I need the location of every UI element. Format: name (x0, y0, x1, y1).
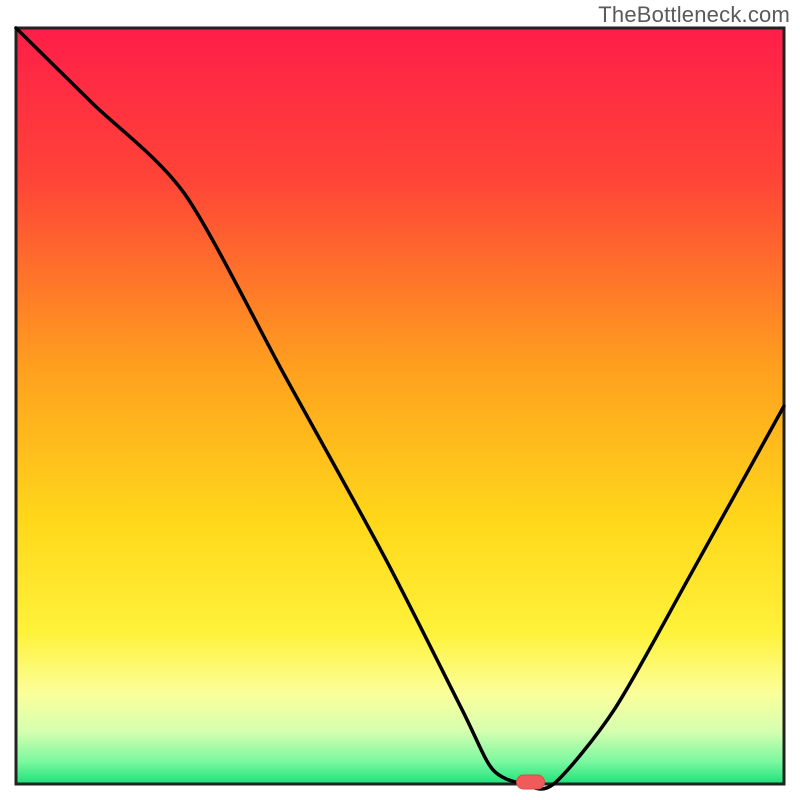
plot-background (16, 28, 784, 784)
bottleneck-chart (0, 0, 800, 800)
chart-container: TheBottleneck.com (0, 0, 800, 800)
optimal-marker (517, 775, 545, 789)
